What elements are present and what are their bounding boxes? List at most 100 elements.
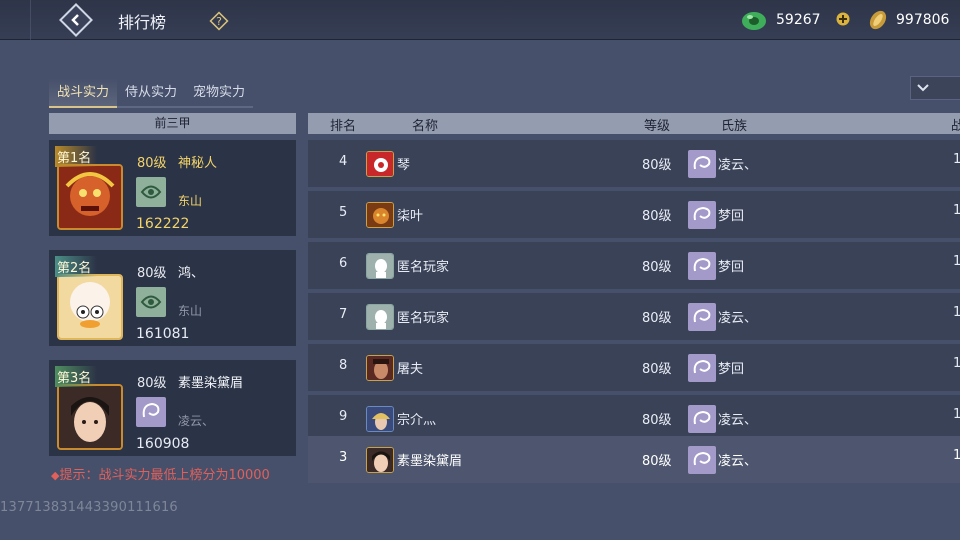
clan-name: 凌云、 — [718, 158, 758, 173]
clan-emblem-icon — [136, 287, 166, 317]
podium-card-3[interactable]: 第3名 80级 素墨染黛眉 凌云、 160908 — [49, 360, 296, 456]
clan-name: 梦回 — [718, 260, 745, 275]
table-row[interactable]: 5 柒叶 80级 梦回 1 — [308, 191, 960, 238]
table-header: 排名 名称 等级 氏族 战 — [308, 113, 960, 134]
avatar — [366, 355, 394, 381]
player-level: 80级 — [642, 158, 672, 173]
jade-amount: 59267 — [776, 12, 821, 28]
player-level: 80级 — [137, 156, 167, 171]
player-name: 素墨染黛眉 — [397, 454, 463, 469]
clan-name: 东山 — [178, 194, 203, 208]
player-name: 鸿、 — [178, 266, 205, 281]
clan-emblem-icon — [136, 397, 166, 427]
avatar — [366, 304, 394, 330]
table-row[interactable]: 4 琴 80级 凌云、 1 — [308, 140, 960, 187]
combat-power: 1 — [953, 254, 960, 269]
rank-value: 4 — [339, 154, 348, 169]
clan-emblem-icon — [688, 354, 716, 382]
rank-value: 5 — [339, 205, 348, 220]
tab-pet-power[interactable]: 宠物实力 — [185, 78, 254, 108]
podium-card-2[interactable]: 第2名 80级 鸿、 东山 161081 — [49, 250, 296, 346]
player-level: 80级 — [137, 266, 167, 281]
player-name: 屠夫 — [397, 362, 424, 377]
rank-label: 第1名 — [55, 146, 98, 167]
column-name: 名称 — [412, 119, 439, 134]
table-row[interactable]: 8 屠夫 80级 梦回 1 — [308, 344, 960, 391]
jade-currency: 59267 — [740, 8, 821, 32]
jade-icon — [742, 12, 766, 30]
combat-power: 1 — [953, 152, 960, 167]
clan-name: 凌云、 — [718, 454, 758, 469]
clan-emblem-icon — [688, 252, 716, 280]
player-level: 80级 — [642, 311, 672, 326]
tab-combat-power[interactable]: 战斗实力 — [49, 78, 118, 108]
rank-value: 9 — [339, 409, 348, 424]
combat-power: 160908 — [136, 436, 190, 452]
combat-power: 1 — [953, 356, 960, 371]
rank-value: 6 — [339, 256, 348, 271]
chevron-left-icon — [71, 14, 79, 26]
avatar — [366, 253, 394, 279]
tab-retainer-power[interactable]: 侍从实力 — [117, 78, 186, 108]
player-name: 宗介灬 — [397, 413, 437, 428]
clan-emblem-icon — [688, 405, 716, 433]
avatar — [57, 384, 123, 450]
chevron-down-icon — [917, 84, 929, 92]
podium-card-1[interactable]: 第1名 80级 神秘人 东山 162222 — [49, 140, 296, 236]
clan-name: 东山 — [178, 304, 203, 318]
player-level: 80级 — [642, 260, 672, 275]
column-power: 战 — [951, 119, 960, 134]
player-level: 80级 — [642, 209, 672, 224]
avatar — [57, 164, 123, 230]
combat-power: 1 — [953, 203, 960, 218]
clan-emblem-icon — [688, 303, 716, 331]
rank-label: 第3名 — [55, 366, 98, 387]
combat-power: 161081 — [136, 326, 190, 342]
clan-emblem-icon — [136, 177, 166, 207]
add-currency-icon[interactable] — [836, 12, 850, 26]
clan-emblem-icon — [688, 446, 716, 474]
tip-text: 提示：战斗实力最低上榜分为10000 — [59, 468, 270, 483]
column-clan: 氏族 — [721, 119, 748, 134]
player-name: 匿名玩家 — [397, 311, 450, 326]
column-level: 等级 — [644, 119, 671, 134]
rank-value: 8 — [339, 358, 348, 373]
player-name: 神秘人 — [178, 156, 218, 171]
table-row[interactable]: 9 宗介灬 80级 凌云、 1 — [308, 395, 960, 442]
table-row[interactable]: 6 匿名玩家 80级 梦回 1 — [308, 242, 960, 289]
player-name: 琴 — [397, 158, 411, 173]
user-id-watermark: 1377138314433901116​16 — [0, 500, 178, 515]
combat-power: 1 — [953, 305, 960, 320]
gold-ingot-icon — [869, 10, 887, 30]
rank-value: 3 — [339, 450, 348, 465]
minimum-score-tip: ◆提示：战斗实力最低上榜分为10000 — [51, 464, 270, 483]
avatar — [366, 447, 394, 473]
help-icon[interactable]: ? — [209, 11, 229, 31]
clan-name: 凌云、 — [718, 311, 758, 326]
clan-name: 梦回 — [718, 362, 745, 377]
clan-name: 梦回 — [718, 209, 745, 224]
avatar — [366, 151, 394, 177]
ranking-tabs: 战斗实力 侍从实力 宠物实力 — [49, 78, 254, 108]
player-level: 80级 — [137, 376, 167, 391]
back-button[interactable] — [59, 3, 93, 37]
gold-currency: 997806 — [866, 8, 949, 32]
table-row[interactable]: 7 匿名玩家 80级 凌云、 1 — [308, 293, 960, 340]
clan-emblem-icon — [688, 150, 716, 178]
avatar — [366, 202, 394, 228]
combat-power: 1 — [953, 407, 960, 422]
filter-dropdown[interactable] — [910, 76, 960, 100]
combat-power: 162222 — [136, 216, 190, 232]
page-title: 排行榜 — [118, 13, 167, 32]
gold-amount: 997806 — [896, 12, 950, 28]
own-rank-row[interactable]: 3 素墨染黛眉 80级 凌云、 1 — [308, 436, 960, 483]
rank-label: 第2名 — [55, 256, 98, 277]
player-name: 匿名玩家 — [397, 260, 450, 275]
combat-power: 1 — [953, 448, 960, 463]
player-name: 柒叶 — [397, 209, 424, 224]
avatar — [366, 406, 394, 432]
column-rank: 排名 — [330, 119, 357, 134]
player-level: 80级 — [642, 413, 672, 428]
player-level: 80级 — [642, 362, 672, 377]
svg-text:?: ? — [216, 15, 222, 28]
